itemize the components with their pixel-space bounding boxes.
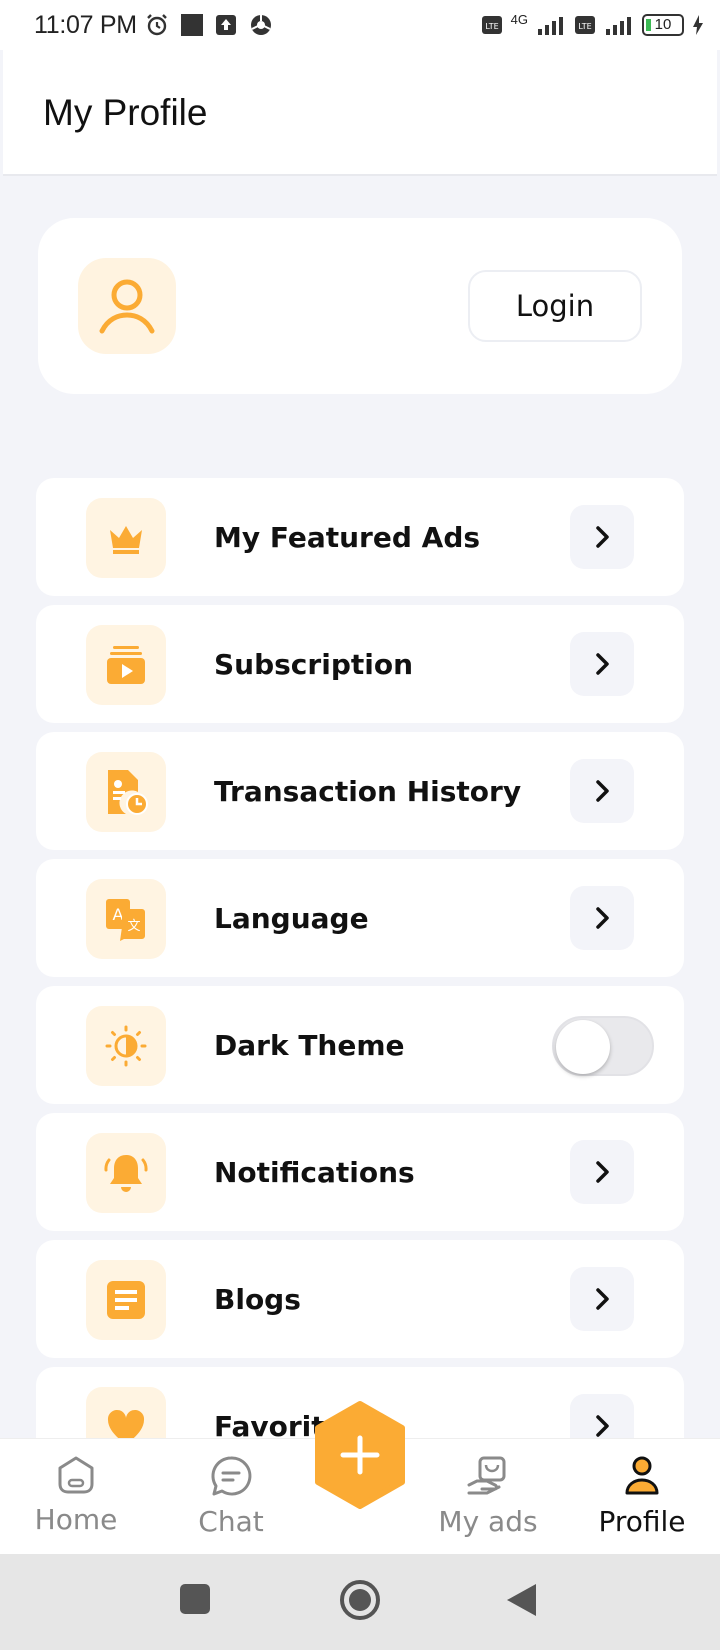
my-ads-icon: [467, 1456, 506, 1495]
menu-item-label: My Featured Ads: [214, 520, 481, 554]
nav-my-ads[interactable]: My ads: [428, 1455, 548, 1538]
plus-icon: [315, 1401, 405, 1509]
chevron-right-icon[interactable]: [570, 1394, 634, 1438]
chevron-right-icon[interactable]: [570, 759, 634, 823]
svg-text:LTE: LTE: [578, 22, 591, 31]
heart-icon: [107, 1410, 145, 1438]
chat-icon: [211, 1456, 252, 1496]
menu-item-notifications[interactable]: Notifications: [36, 1113, 684, 1231]
signal-icon-2: [606, 17, 631, 35]
page-title: My Profile: [43, 92, 208, 133]
chevron-right-icon[interactable]: [570, 505, 634, 569]
alarm-icon: [146, 14, 167, 36]
recent-apps-button[interactable]: [178, 1582, 212, 1616]
status-time: 11:07 PM: [34, 10, 137, 39]
volte-icon-2: LTE: [575, 16, 595, 34]
menu-item-label: Blogs: [214, 1282, 301, 1316]
menu-item-dark-theme: Dark Theme: [36, 986, 684, 1104]
system-nav-bar: [0, 1554, 720, 1650]
menu-item-label: Subscription: [214, 647, 414, 681]
home-button[interactable]: [338, 1578, 382, 1622]
volte-icon: LTE: [481, 16, 502, 34]
notification-square-icon: [180, 14, 203, 36]
status-bar: 11:07 PM LTE 4G LTE 10: [0, 0, 720, 50]
chevron-right-icon[interactable]: [570, 1140, 634, 1204]
menu-item-featured-ads[interactable]: My Featured Ads: [36, 478, 684, 596]
nav-label: Home: [34, 1503, 118, 1536]
back-button[interactable]: [504, 1582, 538, 1618]
menu-item-label: Notifications: [214, 1155, 415, 1189]
battery-indicator: 10: [642, 14, 684, 36]
blog-icon: [107, 1281, 145, 1319]
dark-theme-toggle[interactable]: [552, 1016, 654, 1076]
chevron-right-icon[interactable]: [570, 886, 634, 950]
login-button[interactable]: Login: [468, 270, 642, 342]
menu-item-subscription[interactable]: Subscription: [36, 605, 684, 723]
nav-chat[interactable]: Chat: [171, 1455, 291, 1538]
menu-item-label: Transaction History: [214, 774, 522, 808]
svg-text:A: A: [113, 905, 124, 924]
toggle-knob: [556, 1020, 610, 1074]
menu-item-label: Language: [214, 901, 369, 935]
menu-item-transaction-history[interactable]: Transaction History: [36, 732, 684, 850]
svg-text:文: 文: [127, 919, 140, 934]
subscription-icon: [107, 646, 145, 684]
chevron-right-icon[interactable]: [570, 632, 634, 696]
nav-home[interactable]: Home: [16, 1455, 136, 1536]
upload-icon: [215, 15, 236, 35]
browser-icon: [250, 15, 271, 35]
svg-text:LTE: LTE: [485, 22, 498, 31]
network-type: 4G: [510, 11, 528, 27]
avatar[interactable]: [78, 258, 176, 354]
add-ad-button[interactable]: [310, 1400, 410, 1510]
charging-icon: [693, 15, 703, 35]
nav-label: Chat: [198, 1505, 264, 1538]
signal-icon: [538, 17, 563, 35]
profile-menu: My Featured Ads Subscription Transaction…: [36, 478, 684, 1438]
bell-icon: [104, 1155, 148, 1192]
menu-item-label: Dark Theme: [214, 1028, 405, 1062]
transaction-history-icon: [108, 770, 148, 815]
nav-profile[interactable]: Profile: [582, 1455, 702, 1538]
profile-card: Login: [38, 218, 682, 394]
menu-item-language[interactable]: A 文 Language: [36, 859, 684, 977]
chevron-right-icon[interactable]: [570, 1267, 634, 1331]
app-bar: My Profile: [3, 50, 717, 176]
home-icon: [58, 1456, 94, 1494]
theme-icon: [105, 1025, 147, 1067]
crown-icon: [110, 526, 142, 554]
nav-label: My ads: [438, 1505, 538, 1538]
nav-label: Profile: [598, 1505, 686, 1538]
profile-icon: [625, 1456, 659, 1495]
user-icon: [99, 279, 155, 334]
language-icon: A 文: [106, 899, 145, 941]
menu-item-blogs[interactable]: Blogs: [36, 1240, 684, 1358]
